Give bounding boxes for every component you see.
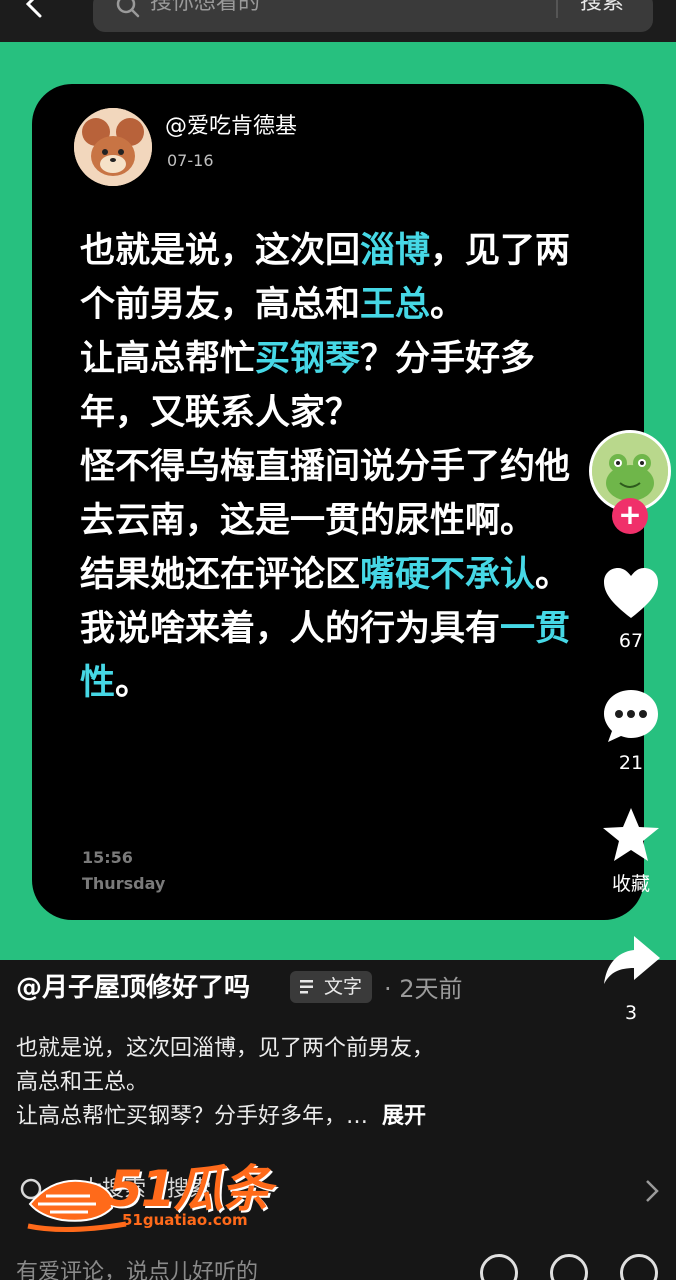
card-author-avatar: [74, 108, 152, 186]
tag-label: 文字: [324, 976, 363, 998]
like-count: 67: [618, 630, 644, 652]
emoji-icon[interactable]: [480, 1254, 518, 1280]
card-text-segment: 让高总帮忙: [80, 339, 256, 379]
heart-icon[interactable]: [600, 564, 662, 626]
card-text-segment: 怪不得乌梅直播间说分手了约他去云南，这是一贯的尿性啊。: [80, 447, 571, 541]
comment-input[interactable]: 有爱评论，说点儿好听的: [16, 1258, 258, 1280]
cartoon-mouse-icon: [74, 108, 152, 186]
watermark-url: 51guatiao.com: [122, 1211, 248, 1229]
description-line-2: 高总和王总。: [16, 1070, 149, 1095]
chevron-right-icon[interactable]: [642, 1178, 662, 1204]
highlighted-keyword: 王总: [360, 285, 431, 325]
card-paragraph: 怪不得乌梅直播间说分手了约他去云南，这是一贯的尿性啊。: [80, 440, 580, 548]
comment-count: 21: [618, 752, 644, 774]
favorite-label: 收藏: [611, 873, 650, 895]
card-body-text: 也就是说，这次回淄博，见了两个前男友，高总和王总。 让高总帮忙买钢琴？分手好多年，…: [80, 224, 580, 710]
search-icon: [116, 0, 140, 18]
card-day: Thursday: [82, 874, 166, 893]
card-text-segment: 也就是说，这次回: [80, 231, 361, 271]
watermark-brand: 51瓜条: [108, 1160, 272, 1218]
card-text-segment: 。: [430, 285, 466, 325]
highlighted-keyword: 嘴硬不承认: [360, 555, 536, 595]
share-count: 3: [624, 1002, 638, 1024]
search-button[interactable]: 搜索: [580, 0, 624, 18]
highlighted-keyword: 买钢琴: [255, 339, 361, 379]
comment-icon[interactable]: [600, 686, 662, 748]
search-divider: [556, 0, 558, 18]
search-placeholder[interactable]: 搜你想看的: [150, 0, 260, 18]
card-paragraph: 让高总帮忙买钢琴？分手好多年，又联系人家？: [80, 332, 580, 440]
card-time: 15:56: [82, 848, 133, 867]
text-lines-icon: [300, 980, 313, 994]
card-paragraph: 我说啥来着，人的行为具有一贯性。: [80, 602, 580, 710]
content-type-tag[interactable]: 文字: [290, 971, 372, 1003]
highlighted-keyword: 淄博: [360, 231, 431, 271]
description-line-3: 让高总帮忙买钢琴？分手好多年，… 展开: [16, 1104, 427, 1129]
expand-button[interactable]: 展开: [382, 1104, 426, 1129]
post-author-name[interactable]: @月子屋顶修好了吗: [16, 970, 250, 1006]
card-paragraph: 也就是说，这次回淄博，见了两个前男友，高总和王总。: [80, 224, 580, 332]
star-icon[interactable]: [600, 805, 662, 867]
card-paragraph: 结果她还在评论区嘴硬不承认。: [80, 548, 580, 602]
smile-icon[interactable]: [620, 1254, 658, 1280]
follow-button[interactable]: +: [612, 498, 648, 534]
card-text-segment: 结果她还在评论区: [80, 555, 361, 595]
card-author-name: @爱吃肯德基: [165, 114, 298, 139]
sticker-icon[interactable]: [550, 1254, 588, 1280]
description-line-1: 也就是说，这次回淄博，见了两个前男友，: [16, 1036, 435, 1061]
back-arrow-icon[interactable]: [18, 0, 48, 20]
card-date: 07-16: [167, 151, 214, 170]
card-text-segment: 我说啥来着，人的行为具有: [80, 609, 501, 649]
video-page: 搜你想看的 搜索 @爱吃肯德基 07-16 也就是说，这次回淄博，见了两个前男友…: [0, 0, 676, 1280]
share-icon[interactable]: [600, 930, 662, 992]
card-text-segment: 。: [115, 663, 151, 703]
card-text-segment: 。: [535, 555, 571, 595]
post-time: · 2天前: [384, 975, 463, 1003]
